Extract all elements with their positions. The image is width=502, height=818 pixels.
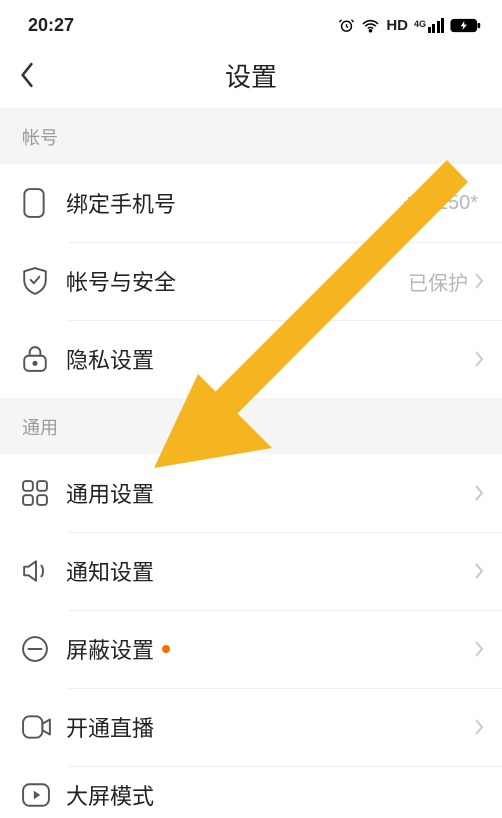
badge-dot: [162, 645, 170, 653]
chevron-right-icon: [474, 718, 484, 736]
phone-icon: [22, 188, 46, 218]
row-label: 开通直播: [66, 711, 154, 743]
minus-circle-icon: [22, 636, 48, 662]
row-value: +86150*: [403, 192, 478, 215]
row-label: 通用设置: [66, 477, 154, 509]
row-privacy[interactable]: 隐私设置: [0, 320, 502, 398]
signal-icon: 4G: [414, 18, 444, 33]
status-time: 20:27: [28, 15, 74, 36]
row-label: 帐号与安全: [66, 265, 176, 297]
row-label: 绑定手机号: [66, 187, 176, 219]
row-general-settings[interactable]: 通用设置: [0, 454, 502, 532]
row-label: 隐私设置: [66, 343, 154, 375]
row-security[interactable]: 帐号与安全 已保护: [0, 242, 502, 320]
section-header-general: 通用: [0, 398, 502, 454]
chevron-right-icon: [474, 562, 484, 580]
row-label: 屏蔽设置: [66, 633, 154, 665]
play-rect-icon: [22, 783, 50, 807]
video-icon: [22, 715, 52, 739]
status-right: HD 4G: [338, 17, 482, 34]
row-label: 大屏模式: [66, 779, 154, 811]
alarm-icon: [338, 17, 355, 34]
row-big-screen[interactable]: 大屏模式: [0, 766, 502, 818]
status-hd: HD: [386, 17, 408, 34]
row-notify[interactable]: 通知设置: [0, 532, 502, 610]
chevron-right-icon: [474, 484, 484, 502]
chevron-right-icon: [474, 640, 484, 658]
wifi-icon: [361, 18, 380, 33]
row-live[interactable]: 开通直播: [0, 688, 502, 766]
chevron-right-icon: [474, 272, 484, 290]
nav-bar: 设置: [0, 42, 502, 108]
grid-icon: [22, 480, 48, 506]
row-bind-phone[interactable]: 绑定手机号 +86150*: [0, 164, 502, 242]
shield-icon: [22, 267, 48, 295]
section-header-account: 帐号: [0, 108, 502, 164]
speaker-icon: [22, 559, 50, 583]
battery-icon: [450, 18, 482, 33]
row-value: 已保护: [408, 267, 468, 296]
chevron-left-icon: [19, 62, 35, 88]
row-block[interactable]: 屏蔽设置: [0, 610, 502, 688]
chevron-right-icon: [474, 350, 484, 368]
row-label: 通知设置: [66, 555, 154, 587]
status-bar: 20:27 HD 4G: [0, 0, 502, 42]
lock-icon: [22, 345, 48, 373]
back-button[interactable]: [0, 42, 54, 108]
page-title: 设置: [0, 57, 502, 94]
